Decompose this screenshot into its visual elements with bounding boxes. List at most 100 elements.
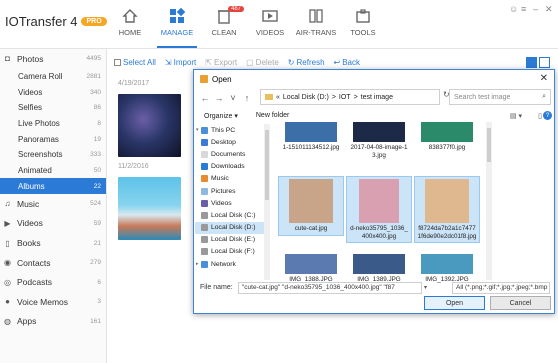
dialog-close-icon[interactable]: ✕ (540, 73, 548, 84)
sidebar-item-label: Camera Roll (18, 71, 63, 81)
filetype-value: All (*.png;*.gif;*.jpg;*.jpeg;*.bmp (456, 284, 548, 291)
back-button[interactable]: ↩ Back (334, 58, 361, 67)
path-segment[interactable]: IOT (339, 94, 351, 101)
user-icon[interactable]: ☺ (509, 4, 518, 14)
select-all-checkbox[interactable] (114, 58, 121, 66)
filename-input[interactable]: "cute-cat.jpg" "d-neko35795_1036_400x400… (238, 281, 422, 294)
minimize-icon[interactable]: – (533, 4, 538, 14)
file-item[interactable]: f8724da7b2a1c74771f6de90e2dc01f8.jpg (414, 176, 480, 243)
organize-button[interactable]: Organize ▾ (204, 112, 238, 120)
export-icon: ⇱ (205, 57, 212, 67)
file-item[interactable]: 2017-04-08-image-13.jpg (346, 120, 412, 161)
sidebar-item-count: 59 (93, 219, 101, 227)
nav-pane-label: Desktop (211, 138, 236, 146)
filename-dropdown-icon[interactable]: ▾ (424, 284, 427, 291)
view-options-icon[interactable]: ▤ ▾ (510, 112, 522, 120)
close-icon[interactable]: ✕ (545, 4, 553, 15)
sidebar-item-panoramas[interactable]: Panoramas 19 (0, 131, 106, 147)
refresh-button[interactable]: ↻ Refresh (288, 58, 325, 67)
nav-pane-item[interactable]: Documents (195, 148, 270, 160)
file-item[interactable]: 838377f0.jpg (414, 120, 480, 154)
delete-button[interactable]: ▢ Delete (246, 58, 279, 67)
path-segment[interactable]: « (276, 94, 280, 101)
sidebar-item-books[interactable]: ▯ Books 21 (0, 233, 106, 253)
file-thumbnail (353, 122, 405, 142)
new-folder-button[interactable]: New folder (256, 112, 289, 119)
preview-pane-icon[interactable]: ▯ (538, 112, 542, 120)
nav-clean[interactable]: 487 CLEAN (198, 6, 250, 37)
recent-dropdown-icon[interactable]: ˅ (228, 93, 238, 103)
nav-pane-item[interactable]: Downloads (195, 161, 270, 173)
sidebar-item-count: 22 (93, 182, 101, 190)
sidebar-item-count: 3 (97, 298, 101, 306)
forward-arrow-icon[interactable]: → (214, 93, 224, 103)
nav-pane-item[interactable]: Local Disk (C:) (195, 209, 270, 221)
nav-pane-item[interactable]: Desktop (195, 136, 270, 148)
sidebar-item-albums[interactable]: Albums 22 (0, 178, 106, 195)
file-item[interactable]: cute-cat.jpg (278, 176, 344, 236)
sidebar-item-camera-roll[interactable]: Camera Roll 2881 (0, 69, 106, 85)
sidebar-item-videos[interactable]: Videos 340 (0, 84, 106, 100)
sidebar-item-voice-memos[interactable]: ● Voice Memos 3 (0, 292, 106, 312)
nav-home[interactable]: HOME (104, 8, 156, 37)
folder-icon (265, 94, 273, 100)
navigation-scrollbar[interactable] (264, 124, 270, 280)
list-view-button[interactable] (526, 57, 537, 68)
nav-air-trans[interactable]: AIR-TRANS (290, 8, 342, 37)
navigation-scroll-thumb[interactable] (265, 130, 269, 200)
nav-pane-item[interactable]: Music (195, 173, 270, 185)
sidebar-item-animated[interactable]: Animated 50 (0, 163, 106, 179)
up-arrow-icon[interactable]: ↑ (242, 93, 252, 103)
sidebar-item-live-photos[interactable]: Live Photos 8 (0, 116, 106, 132)
date-header: 11/2/2016 (118, 163, 149, 170)
cancel-button[interactable]: Cancel (490, 296, 551, 310)
sidebar-item-music[interactable]: ♫ Music 524 (0, 194, 106, 214)
open-button[interactable]: Open (424, 296, 485, 310)
path-segment[interactable]: test image (361, 94, 393, 101)
export-label: Export (213, 57, 238, 67)
expand-arrow-icon[interactable]: ▾ (196, 127, 199, 133)
sidebar-item-selfies[interactable]: Selfies 86 (0, 100, 106, 116)
help-icon[interactable]: ? (543, 111, 552, 120)
grid-view-button[interactable] (539, 57, 550, 68)
nav-pane-item[interactable]: Videos (195, 197, 270, 209)
sidebar-item-podcasts[interactable]: ◎ Podcasts 6 (0, 272, 106, 292)
nav-tools[interactable]: TOOLS (337, 8, 389, 37)
refresh-icon: ↻ (287, 57, 295, 67)
file-list-scroll-thumb[interactable] (487, 128, 491, 162)
file-thumbnail (421, 254, 473, 274)
nav-pane-item[interactable]: ▸ Network (195, 258, 270, 270)
expand-arrow-icon[interactable]: ▸ (196, 261, 199, 267)
back-arrow-icon[interactable]: ← (200, 93, 210, 103)
nav-pane-item[interactable]: Local Disk (D:) (195, 221, 270, 234)
file-item[interactable]: 1-151011134512.jpg (278, 120, 344, 154)
sidebar-item-label: Videos (17, 218, 43, 229)
sidebar-item-photos[interactable]: ◘ Photos 4495 (0, 49, 106, 69)
search-input[interactable]: Search test image ⌕ (449, 89, 551, 105)
file-list-scrollbar[interactable] (486, 122, 492, 280)
nav-manage[interactable]: MANAGE (151, 8, 203, 48)
nav-pane-item[interactable]: ▾ This PC (195, 124, 270, 136)
sidebar-item-videos[interactable]: ▶ Videos 59 (0, 214, 106, 234)
delete-icon: ▢ (246, 57, 254, 67)
sidebar-item-count: 19 (93, 135, 101, 143)
photo-thumbnail[interactable] (118, 94, 181, 157)
nav-pane-item[interactable]: Pictures (195, 185, 270, 197)
path-input[interactable]: « Local Disk (D:) > IOT > test image (260, 89, 440, 105)
sidebar-item-screenshots[interactable]: Screenshots 333 (0, 147, 106, 163)
select-all-control[interactable]: Select All (114, 58, 156, 67)
nav-pane-item[interactable]: Local Disk (F:) (195, 246, 270, 258)
photo-thumbnail[interactable] (118, 177, 181, 240)
menu-icon[interactable]: ≡ (521, 4, 526, 14)
file-item[interactable]: d-neko35795_1036_400x400.jpg (346, 176, 412, 243)
import-button[interactable]: ⇲ Import (165, 58, 196, 67)
export-button[interactable]: ⇱ Export (205, 58, 237, 67)
nav-pane-label: Local Disk (E:) (211, 236, 256, 244)
nav-pane-item[interactable]: Local Disk (E:) (195, 234, 270, 246)
filetype-select[interactable]: All (*.png;*.gif;*.jpg;*.jpeg;*.bmp (452, 281, 550, 294)
path-segment[interactable]: Local Disk (D:) (283, 94, 329, 101)
sidebar-item-apps[interactable]: ◍ Apps 161 (0, 312, 106, 332)
nav-videos[interactable]: VIDEOS (244, 8, 296, 37)
file-list: 1-151011134512.jpg 2017-04-08-image-13.jp… (274, 120, 544, 283)
sidebar-item-contacts[interactable]: ◉ Contacts 279 (0, 253, 106, 273)
